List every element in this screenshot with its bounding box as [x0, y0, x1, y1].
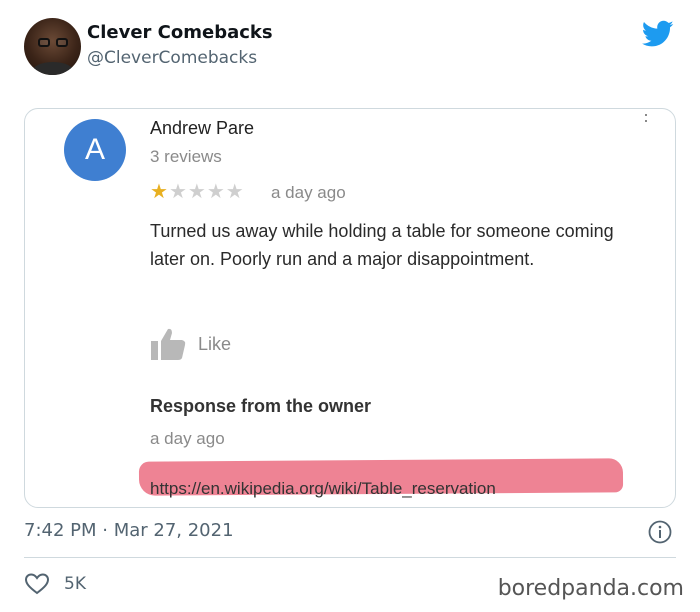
heart-icon[interactable]: [24, 572, 50, 596]
review-count: 3 reviews: [150, 147, 222, 166]
watermark: boredpanda.com: [497, 576, 684, 601]
star-empty-icon: ★: [225, 181, 245, 203]
tweet-timestamp[interactable]: 7:42 PM · Mar 27, 2021: [24, 520, 234, 541]
user-avatar[interactable]: [24, 18, 81, 75]
divider: [24, 557, 676, 558]
review-text: Turned us away while holding a table for…: [150, 221, 614, 269]
kebab-menu-icon[interactable]: · ·: [643, 109, 649, 129]
star-empty-icon: ★: [206, 181, 226, 203]
avatar-glasses: [38, 38, 68, 47]
star-empty-icon: ★: [168, 181, 188, 203]
tweet-header: Clever Comebacks @CleverComebacks: [24, 18, 684, 78]
twitter-bird-icon[interactable]: [642, 20, 674, 48]
review-screenshot: A · · Andrew Pare 3 reviews ★★★★★ a day a…: [24, 108, 676, 508]
display-name[interactable]: Clever Comebacks: [87, 22, 273, 43]
owner-response-heading: Response from the owner: [150, 396, 372, 416]
avatar-shirt: [32, 62, 74, 75]
star-filled-icon: ★: [150, 181, 169, 203]
thumbs-up-icon: [151, 328, 186, 360]
review-age: a day ago: [271, 183, 346, 202]
reviewer-name: Andrew Pare: [150, 118, 255, 138]
owner-response-link: https://en.wikipedia.org/wiki/Table_rese…: [150, 479, 496, 498]
like-label: Like: [198, 334, 232, 354]
reviewer-avatar: A: [64, 119, 126, 181]
star-empty-icon: ★: [187, 181, 207, 203]
info-icon[interactable]: [648, 520, 672, 544]
user-handle[interactable]: @CleverComebacks: [87, 48, 257, 68]
owner-response-age: a day ago: [150, 429, 225, 448]
like-count: 5K: [64, 574, 86, 594]
star-rating: ★★★★★: [150, 179, 245, 204]
